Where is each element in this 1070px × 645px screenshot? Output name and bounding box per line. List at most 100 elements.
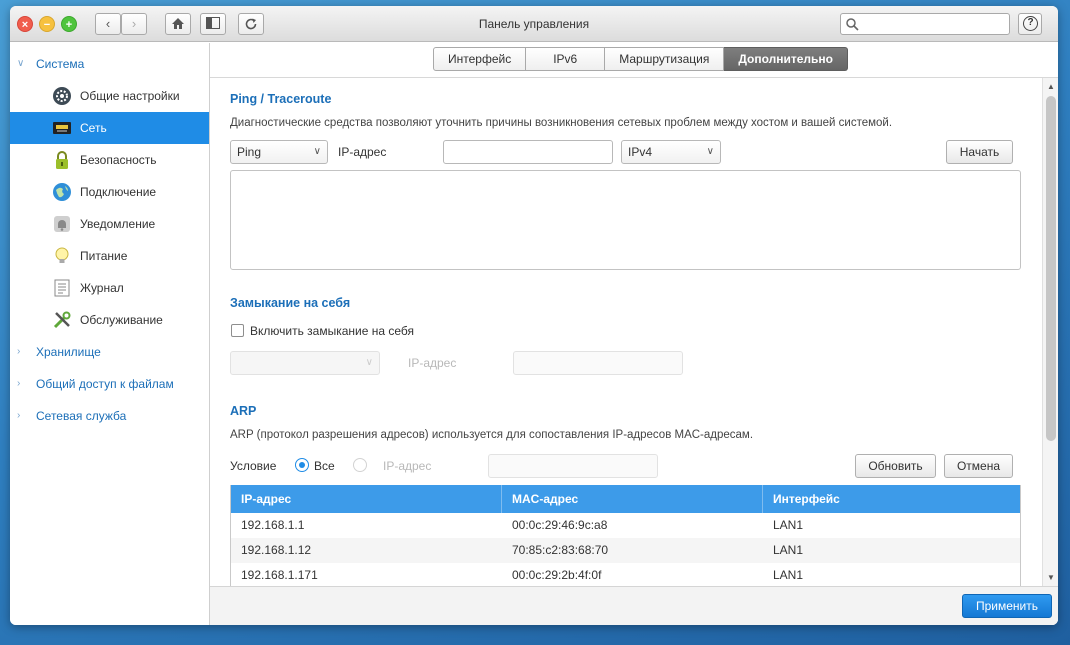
table-row[interactable]: 192.168.1.171 00:0c:29:2b:4f:0f LAN1	[231, 563, 1020, 586]
column-header-interface[interactable]: Интерфейс	[763, 485, 1020, 513]
chevron-down-icon: ∨	[706, 146, 714, 157]
ping-mode-value: Ping	[237, 145, 262, 159]
ping-protocol-value: IPv4	[628, 145, 653, 159]
chevron-down-icon: ∨	[365, 357, 373, 368]
content-area: Ping / Traceroute Диагностические средст…	[210, 78, 1042, 586]
sidebar-item-general[interactable]: Общие настройки	[10, 80, 209, 112]
sidebar-group-network-service[interactable]: › Сетевая служба	[10, 400, 210, 432]
cell-ip: 192.168.1.12	[241, 543, 312, 557]
ping-start-button[interactable]: Начать	[946, 140, 1013, 164]
sidebar-group-label: Хранилище	[36, 345, 101, 359]
scroll-down-icon[interactable]: ▼	[1047, 573, 1055, 582]
tab-advanced[interactable]: Дополнительно	[724, 47, 849, 71]
cell-ip: 192.168.1.171	[241, 568, 318, 582]
sidebar-group-system[interactable]: ∨ Система	[10, 48, 210, 80]
sidebar-item-label: Подключение	[80, 185, 157, 199]
loopback-enable-checkbox[interactable]	[231, 324, 244, 337]
log-icon	[54, 279, 70, 297]
ping-ip-input[interactable]	[443, 140, 613, 164]
ping-section-title: Ping / Traceroute	[230, 92, 332, 106]
search-icon	[846, 18, 859, 31]
arp-all-radio[interactable]	[295, 458, 309, 472]
chevron-right-icon: ›	[17, 378, 21, 389]
loopback-ip-label: IP-адрес	[408, 356, 457, 370]
table-row[interactable]: 192.168.1.12 70:85:c2:83:68:70 LAN1	[231, 538, 1020, 563]
sidebar-item-notification[interactable]: Уведомление	[10, 208, 209, 240]
ping-ip-label: IP-адрес	[338, 145, 387, 159]
sidebar: ∨ Система Общие настройки Сеть Безопасно…	[10, 43, 210, 625]
footer-bar: Применить	[210, 586, 1058, 625]
sidebar-item-network[interactable]: Сеть	[10, 112, 209, 144]
scrollbar-thumb[interactable]	[1046, 96, 1056, 441]
ping-protocol-select[interactable]: IPv4 ∨	[621, 140, 721, 164]
cell-interface: LAN1	[773, 518, 804, 532]
sidebar-item-connection[interactable]: Подключение	[10, 176, 209, 208]
cell-interface: LAN1	[773, 568, 804, 582]
help-icon: ?	[1023, 16, 1038, 31]
lock-icon	[56, 151, 68, 169]
tab-routing[interactable]: Маршрутизация	[605, 47, 725, 71]
sidebar-item-log[interactable]: Журнал	[10, 272, 209, 304]
tab-ipv6[interactable]: IPv6	[526, 47, 606, 71]
sidebar-item-label: Безопасность	[80, 153, 157, 167]
apply-button[interactable]: Применить	[962, 594, 1052, 618]
loopback-section-title: Замыкание на себя	[230, 296, 351, 310]
sidebar-item-label: Журнал	[80, 281, 124, 295]
control-panel-window: × − + ‹ › Панель управления ? ∨ Система	[10, 6, 1058, 625]
sidebar-item-label: Сеть	[80, 121, 107, 135]
chevron-right-icon: ›	[17, 346, 21, 357]
arp-all-label: Все	[314, 459, 335, 473]
tab-bar: Интерфейс IPv6 Маршрутизация Дополнитель…	[433, 47, 849, 71]
cell-ip: 192.168.1.1	[241, 518, 305, 532]
cell-mac: 00:0c:29:2b:4f:0f	[512, 568, 602, 582]
arp-section-title: ARP	[230, 404, 257, 418]
sidebar-item-maintenance[interactable]: Обслуживание	[10, 304, 209, 336]
ping-description: Диагностические средства позволяют уточн…	[230, 117, 893, 129]
sidebar-group-file-sharing[interactable]: › Общий доступ к файлам	[10, 368, 210, 400]
scroll-up-icon[interactable]: ▲	[1047, 82, 1055, 91]
sidebar-group-label: Общий доступ к файлам	[36, 377, 174, 391]
arp-table-header: IP-адрес MAC-адрес Интерфейс	[231, 485, 1020, 513]
sidebar-item-label: Обслуживание	[80, 313, 163, 327]
column-header-mac[interactable]: MAC-адрес	[502, 485, 763, 513]
arp-table: IP-адрес MAC-адрес Интерфейс 192.168.1.1…	[230, 485, 1021, 586]
tools-icon	[53, 311, 71, 329]
arp-ip-label: IP-адрес	[383, 459, 432, 473]
cell-interface: LAN1	[773, 543, 804, 557]
sidebar-item-label: Общие настройки	[80, 89, 180, 103]
cell-mac: 00:0c:29:46:9c:a8	[512, 518, 608, 532]
bell-icon	[54, 216, 70, 232]
network-icon	[53, 122, 71, 134]
table-row[interactable]: 192.168.1.1 00:0c:29:46:9c:a8 LAN1	[231, 513, 1020, 538]
arp-refresh-button[interactable]: Обновить	[855, 454, 936, 478]
ping-output-area[interactable]	[230, 170, 1021, 270]
chevron-right-icon: ›	[17, 410, 21, 421]
lightbulb-icon	[55, 247, 69, 263]
help-button[interactable]: ?	[1018, 13, 1042, 35]
sidebar-item-power[interactable]: Питание	[10, 240, 209, 272]
main-panel: Интерфейс IPv6 Маршрутизация Дополнитель…	[210, 43, 1058, 625]
ping-mode-select[interactable]: Ping ∨	[230, 140, 328, 164]
arp-ip-radio[interactable]	[353, 458, 367, 472]
arp-description: ARP (протокол разрешения адресов) исполь…	[230, 429, 754, 441]
loopback-ip-input[interactable]	[513, 351, 683, 375]
tab-interface[interactable]: Интерфейс	[433, 47, 527, 71]
chevron-down-icon: ∨	[17, 58, 25, 69]
settings-gear-icon	[53, 87, 71, 105]
loopback-interface-select[interactable]: ∨	[230, 351, 380, 375]
sidebar-group-storage[interactable]: › Хранилище	[10, 336, 210, 368]
column-header-ip[interactable]: IP-адрес	[231, 485, 502, 513]
content-scrollbar[interactable]: ▲ ▼	[1042, 78, 1058, 586]
sidebar-group-label: Сетевая служба	[36, 409, 127, 423]
sidebar-item-security[interactable]: Безопасность	[10, 144, 209, 176]
search-input[interactable]	[863, 16, 1003, 32]
arp-filter-input[interactable]	[488, 454, 658, 478]
arp-cancel-button[interactable]: Отмена	[944, 454, 1013, 478]
titlebar: × − + ‹ › Панель управления ?	[10, 6, 1058, 42]
search-box[interactable]	[840, 13, 1010, 35]
sidebar-item-label: Уведомление	[80, 217, 156, 231]
sidebar-group-label: Система	[36, 57, 85, 71]
sidebar-item-label: Питание	[80, 249, 128, 263]
globe-icon	[53, 183, 71, 201]
arp-condition-label: Условие	[230, 459, 277, 473]
